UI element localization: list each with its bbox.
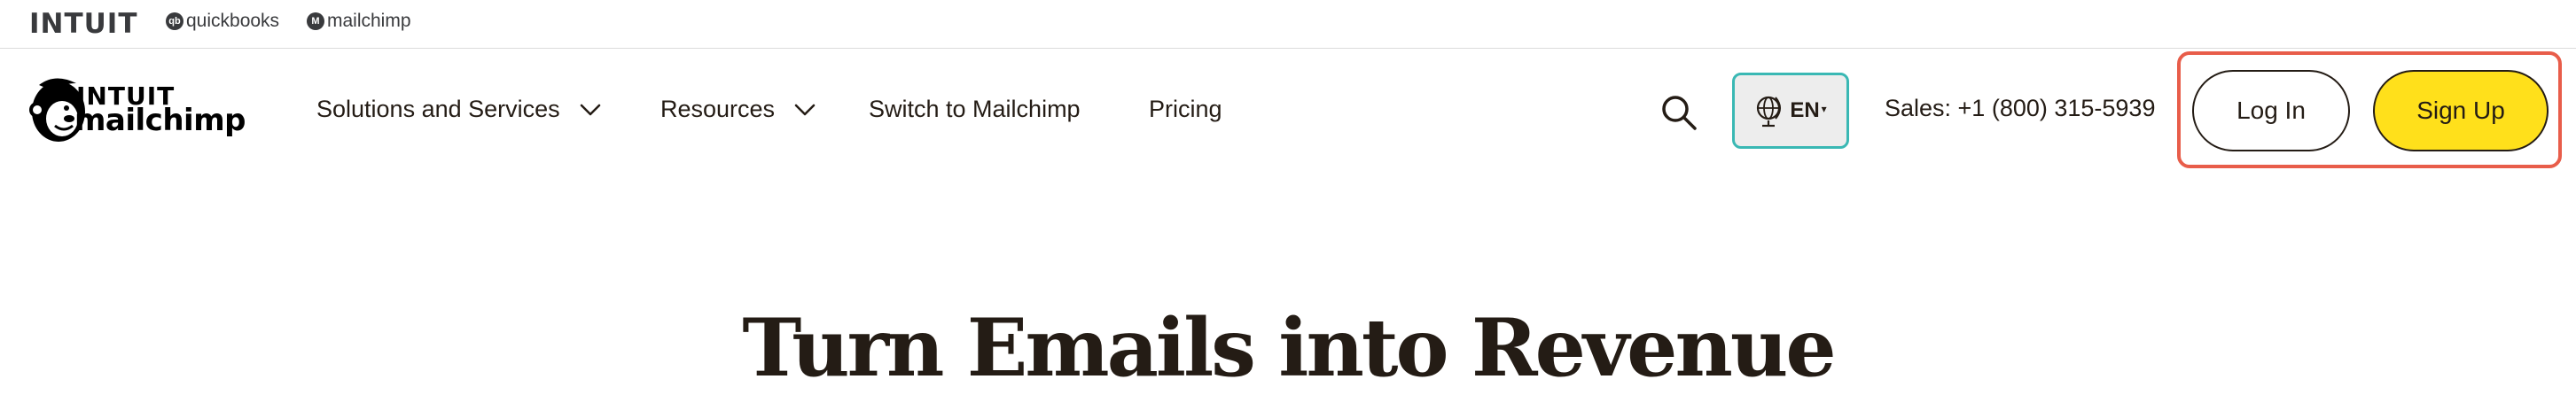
quickbooks-label: quickbooks xyxy=(186,11,280,31)
login-button[interactable]: Log In xyxy=(2192,70,2350,151)
nav-solutions-and-services[interactable]: Solutions and Services xyxy=(316,96,601,123)
chevron-down-icon xyxy=(794,104,816,115)
nav-resources[interactable]: Resources xyxy=(660,96,816,123)
mailchimp-small-icon: M xyxy=(307,12,324,30)
hero-title: Turn Emails into Revenue xyxy=(742,301,1836,395)
nav-switch-to-mailchimp[interactable]: Switch to Mailchimp xyxy=(869,96,1081,123)
intuit-top-logo[interactable]: INTUIT xyxy=(29,8,137,40)
nav-pricing[interactable]: Pricing xyxy=(1149,96,1222,123)
caret-down-icon: ▾ xyxy=(1821,103,1827,115)
language-selector[interactable]: EN ▾ xyxy=(1732,73,1849,149)
search-button[interactable] xyxy=(1656,89,1702,135)
nav-solutions-label: Solutions and Services xyxy=(316,96,560,122)
language-label: EN xyxy=(1790,98,1820,122)
mailchimp-link[interactable]: M mailchimp xyxy=(307,11,411,32)
globe-icon xyxy=(1757,96,1782,128)
quickbooks-icon: qb xyxy=(166,12,183,30)
nav-pricing-label: Pricing xyxy=(1149,96,1222,122)
signup-button[interactable]: Sign Up xyxy=(2373,70,2549,151)
main-header: INTUIT mailchimp Solutions and Services … xyxy=(0,50,2576,174)
mailchimp-label: mailchimp xyxy=(327,11,411,31)
sales-phone[interactable]: Sales: +1 (800) 315-5939 xyxy=(1885,95,2155,122)
nav-switch-label: Switch to Mailchimp xyxy=(869,96,1081,122)
intuit-mailchimp-logo[interactable]: INTUIT mailchimp xyxy=(25,73,273,143)
quickbooks-link[interactable]: qb quickbooks xyxy=(166,11,279,32)
search-icon xyxy=(1662,96,1697,130)
intuit-brand-bar: INTUIT qb quickbooks M mailchimp xyxy=(0,0,2576,49)
nav-resources-label: Resources xyxy=(660,96,776,122)
chevron-down-icon xyxy=(580,104,600,115)
logo-mailchimp-text: mailchimp xyxy=(74,103,246,138)
